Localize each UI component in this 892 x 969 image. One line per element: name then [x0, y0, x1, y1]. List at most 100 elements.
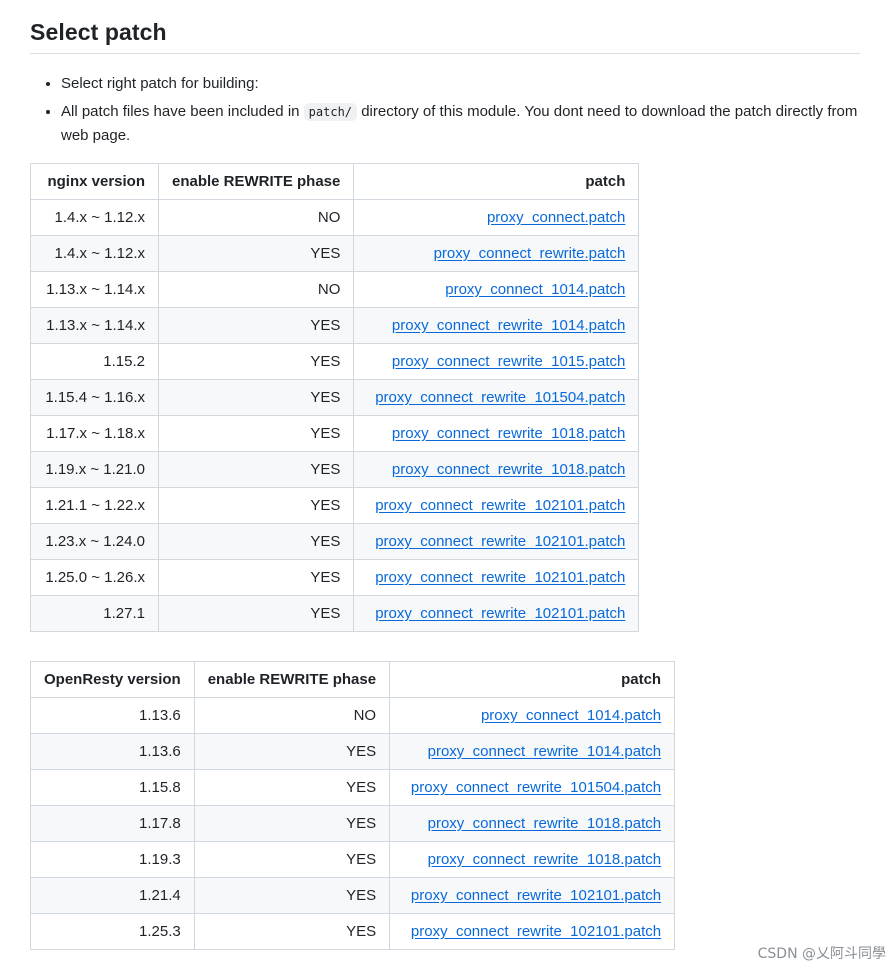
rewrite-cell: YES — [157, 343, 355, 380]
patch-cell: proxy_connect_rewrite_1018.patch — [353, 415, 640, 452]
table-row: 1.17.x ~ 1.18.x YES proxy_connect_rewrite_… — [30, 415, 640, 452]
rewrite-cell: YES — [157, 595, 355, 632]
column-header-patch: patch — [353, 163, 640, 200]
patch-link[interactable]: proxy_connect_rewrite_102101.patch — [375, 497, 625, 514]
table-row: 1.25.3 YES proxy_connect_rewrite_102101.pa… — [30, 913, 676, 950]
patch-cell: proxy_connect_rewrite_1015.patch — [353, 343, 640, 380]
patch-link[interactable]: proxy_connect_rewrite_1018.patch — [428, 851, 661, 868]
note-item-select-patch: Select right patch for building: — [61, 72, 860, 96]
patch-cell: proxy_connect_rewrite_102101.patch — [389, 913, 676, 950]
patch-link[interactable]: proxy_connect_rewrite_102101.patch — [411, 923, 661, 940]
version-cell: 1.19.x ~ 1.21.0 — [30, 451, 159, 488]
patch-link[interactable]: proxy_connect_rewrite_102101.patch — [411, 887, 661, 904]
table-row: 1.27.1 YES proxy_connect_rewrite_102101.pa… — [30, 595, 640, 632]
column-header-patch: patch — [389, 661, 676, 698]
rewrite-cell: YES — [193, 877, 391, 914]
version-cell: 1.15.8 — [30, 769, 195, 806]
table-header-row: nginx version enable REWRITE phase patch — [30, 163, 640, 200]
patch-cell: proxy_connect_rewrite_1014.patch — [389, 733, 676, 770]
version-cell: 1.13.x ~ 1.14.x — [30, 271, 159, 308]
table-row: 1.21.4 YES proxy_connect_rewrite_102101.pa… — [30, 877, 676, 914]
rewrite-cell: YES — [193, 913, 391, 950]
rewrite-cell: NO — [157, 271, 355, 308]
patch-link[interactable]: proxy_connect_rewrite_101504.patch — [411, 779, 661, 796]
patch-link[interactable]: proxy_connect_rewrite.patch — [434, 245, 626, 262]
rewrite-cell: YES — [157, 379, 355, 416]
version-cell: 1.13.6 — [30, 697, 195, 734]
patch-link[interactable]: proxy_connect_rewrite_1018.patch — [392, 425, 625, 442]
title-divider — [30, 53, 860, 54]
patch-cell: proxy_connect_1014.patch — [353, 271, 640, 308]
patch-cell: proxy_connect_rewrite_1018.patch — [353, 451, 640, 488]
table-row: 1.23.x ~ 1.24.0 YES proxy_connect_rewrite_… — [30, 523, 640, 560]
patch-link[interactable]: proxy_connect_rewrite_101504.patch — [375, 389, 625, 406]
patch-dir-code: patch/ — [303, 103, 358, 121]
version-cell: 1.4.x ~ 1.12.x — [30, 199, 159, 236]
patch-link[interactable]: proxy_connect_rewrite_1018.patch — [428, 815, 661, 832]
patch-cell: proxy_connect_rewrite_1018.patch — [389, 805, 676, 842]
version-cell: 1.4.x ~ 1.12.x — [30, 235, 159, 272]
rewrite-cell: YES — [157, 235, 355, 272]
rewrite-cell: YES — [157, 415, 355, 452]
table-row: 1.13.x ~ 1.14.x NO proxy_connect_1014.patc… — [30, 271, 640, 308]
table-row: 1.21.1 ~ 1.22.x YES proxy_connect_rewrite_… — [30, 487, 640, 524]
patch-link[interactable]: proxy_connect_rewrite_1018.patch — [392, 461, 625, 478]
version-cell: 1.21.4 — [30, 877, 195, 914]
version-cell: 1.21.1 ~ 1.22.x — [30, 487, 159, 524]
patch-cell: proxy_connect_rewrite_1014.patch — [353, 307, 640, 344]
column-header-version: OpenResty version — [30, 661, 195, 698]
patch-cell: proxy_connect_rewrite_102101.patch — [389, 877, 676, 914]
version-cell: 1.17.x ~ 1.18.x — [30, 415, 159, 452]
version-cell: 1.15.2 — [30, 343, 159, 380]
table-row: 1.4.x ~ 1.12.x YES proxy_connect_rewrite.p… — [30, 235, 640, 272]
version-cell: 1.15.4 ~ 1.16.x — [30, 379, 159, 416]
patch-cell: proxy_connect_1014.patch — [389, 697, 676, 734]
table-row: 1.13.6 NO proxy_connect_1014.patch — [30, 697, 676, 734]
rewrite-cell: YES — [157, 559, 355, 596]
version-cell: 1.23.x ~ 1.24.0 — [30, 523, 159, 560]
table-row: 1.13.x ~ 1.14.x YES proxy_connect_rewrite_… — [30, 307, 640, 344]
openresty-patch-table: OpenResty version enable REWRITE phase p… — [30, 661, 676, 950]
rewrite-cell: YES — [193, 769, 391, 806]
rewrite-cell: YES — [157, 487, 355, 524]
version-cell: 1.13.6 — [30, 733, 195, 770]
column-header-version: nginx version — [30, 163, 159, 200]
section-title: Select patch — [30, 19, 167, 45]
rewrite-cell: YES — [193, 841, 391, 878]
rewrite-cell: NO — [193, 697, 391, 734]
version-cell: 1.27.1 — [30, 595, 159, 632]
version-cell: 1.17.8 — [30, 805, 195, 842]
rewrite-cell: NO — [157, 199, 355, 236]
table-row: 1.15.4 ~ 1.16.x YES proxy_connect_rewrite_… — [30, 379, 640, 416]
notes-list: Select right patch for building: All pat… — [30, 72, 860, 152]
patch-link[interactable]: proxy_connect_rewrite_1015.patch — [392, 353, 625, 370]
note-text-before: All patch files have been included in — [61, 103, 304, 120]
patch-cell: proxy_connect_rewrite_102101.patch — [353, 595, 640, 632]
patch-link[interactable]: proxy_connect_1014.patch — [445, 281, 625, 298]
table-header-row: OpenResty version enable REWRITE phase p… — [30, 661, 676, 698]
note-item-patch-dir: All patch files have been included in pa… — [61, 100, 860, 148]
patch-link[interactable]: proxy_connect.patch — [487, 209, 625, 226]
version-cell: 1.19.3 — [30, 841, 195, 878]
column-header-rewrite: enable REWRITE phase — [157, 163, 355, 200]
patch-cell: proxy_connect_rewrite_102101.patch — [353, 487, 640, 524]
rewrite-cell: YES — [157, 451, 355, 488]
patch-cell: proxy_connect_rewrite_1018.patch — [389, 841, 676, 878]
patch-link[interactable]: proxy_connect_1014.patch — [481, 707, 661, 724]
column-header-rewrite: enable REWRITE phase — [193, 661, 391, 698]
patch-link[interactable]: proxy_connect_rewrite_102101.patch — [375, 569, 625, 586]
table-row: 1.19.3 YES proxy_connect_rewrite_1018.patc… — [30, 841, 676, 878]
table-row: 1.19.x ~ 1.21.0 YES proxy_connect_rewrite_… — [30, 451, 640, 488]
table-row: 1.17.8 YES proxy_connect_rewrite_1018.patc… — [30, 805, 676, 842]
rewrite-cell: YES — [157, 307, 355, 344]
table-row: 1.15.2 YES proxy_connect_rewrite_1015.patc… — [30, 343, 640, 380]
patch-cell: proxy_connect_rewrite_102101.patch — [353, 523, 640, 560]
patch-cell: proxy_connect_rewrite_101504.patch — [389, 769, 676, 806]
patch-link[interactable]: proxy_connect_rewrite_102101.patch — [375, 605, 625, 622]
version-cell: 1.25.3 — [30, 913, 195, 950]
rewrite-cell: YES — [193, 805, 391, 842]
patch-cell: proxy_connect.patch — [353, 199, 640, 236]
patch-link[interactable]: proxy_connect_rewrite_102101.patch — [375, 533, 625, 550]
patch-link[interactable]: proxy_connect_rewrite_1014.patch — [428, 743, 661, 760]
patch-link[interactable]: proxy_connect_rewrite_1014.patch — [392, 317, 625, 334]
